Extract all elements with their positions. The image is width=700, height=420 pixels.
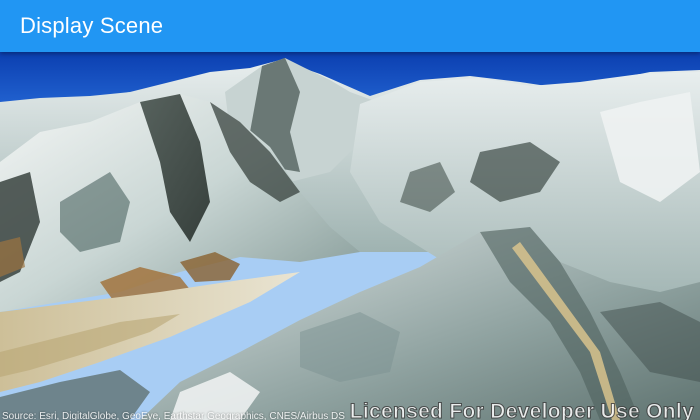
app-bar: Display Scene (0, 0, 700, 52)
app-title: Display Scene (20, 13, 164, 38)
scene-view[interactable]: Source: Esri, DigitalGlobe, GeoEye, Eart… (0, 52, 700, 420)
terrain-imagery (0, 58, 700, 420)
license-watermark: Licensed For Developer Use Only (349, 400, 694, 420)
